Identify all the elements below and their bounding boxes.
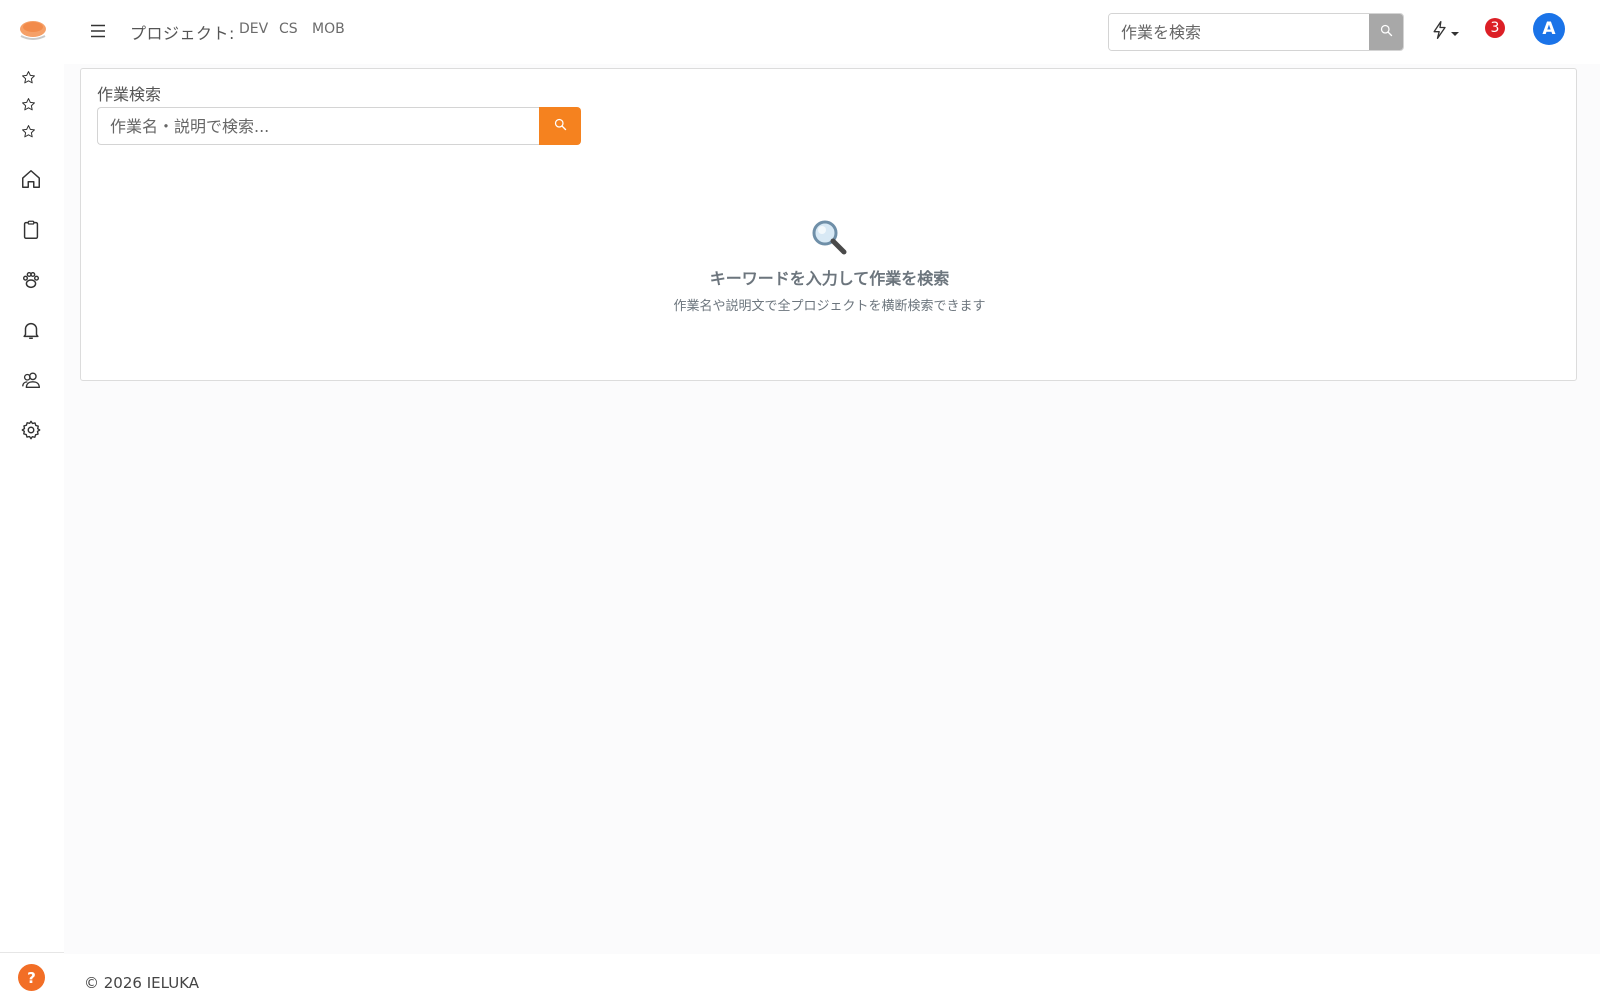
task-search-bar xyxy=(97,107,581,145)
sidebar-divider xyxy=(0,952,64,953)
search-icon xyxy=(553,117,568,136)
help-button[interactable]: ? xyxy=(18,964,45,991)
magnifier-emoji-icon xyxy=(809,217,849,257)
bell-icon[interactable] xyxy=(19,318,43,342)
favorite-star-icon-2[interactable] xyxy=(20,96,36,112)
gear-icon[interactable] xyxy=(19,418,43,442)
clipboard-icon[interactable] xyxy=(19,218,43,242)
quick-actions-button[interactable] xyxy=(1430,20,1464,44)
favorite-star-icon-3[interactable] xyxy=(20,123,36,139)
task-search-input[interactable] xyxy=(97,107,539,145)
global-search-input[interactable] xyxy=(1109,14,1369,50)
lightning-icon xyxy=(1430,19,1450,45)
notification-badge[interactable]: 3 xyxy=(1485,18,1505,38)
paw-icon[interactable] xyxy=(19,268,43,292)
sidebar: ? xyxy=(0,0,64,1000)
users-icon[interactable] xyxy=(19,368,43,392)
project-link-cs[interactable]: CS xyxy=(279,21,298,37)
empty-state-subtitle: 作業名や説明文で全プロジェクトを横断検索できます xyxy=(673,299,986,314)
project-link-dev[interactable]: DEV xyxy=(239,21,268,37)
chevron-down-icon xyxy=(1450,23,1460,42)
favorite-star-icon-1[interactable] xyxy=(20,69,36,85)
project-link-mob[interactable]: MOB xyxy=(312,21,345,37)
footer-copyright: © 2026 IELUKA xyxy=(84,974,200,992)
task-search-card: 作業検索 キーワードを入力して作業を検索 作業名や説明文で全プロジェクトを横断検… xyxy=(80,68,1577,381)
global-search-button[interactable] xyxy=(1369,14,1403,50)
avatar[interactable]: A xyxy=(1533,13,1565,45)
task-search-button[interactable] xyxy=(539,107,581,145)
hamburger-icon[interactable] xyxy=(88,20,108,42)
empty-state-title: キーワードを入力して作業を検索 xyxy=(709,269,950,288)
project-label: プロジェクト: xyxy=(130,24,235,43)
search-icon xyxy=(1379,23,1394,42)
top-bar: プロジェクト: DEV CS MOB 3 A xyxy=(64,0,1600,64)
page-title: 作業検索 xyxy=(97,85,162,104)
bowl-logo-icon[interactable] xyxy=(18,18,48,44)
global-search xyxy=(1108,13,1404,51)
main-content: 作業検索 キーワードを入力して作業を検索 作業名や説明文で全プロジェクトを横断検… xyxy=(64,64,1600,954)
home-icon[interactable] xyxy=(19,167,43,191)
